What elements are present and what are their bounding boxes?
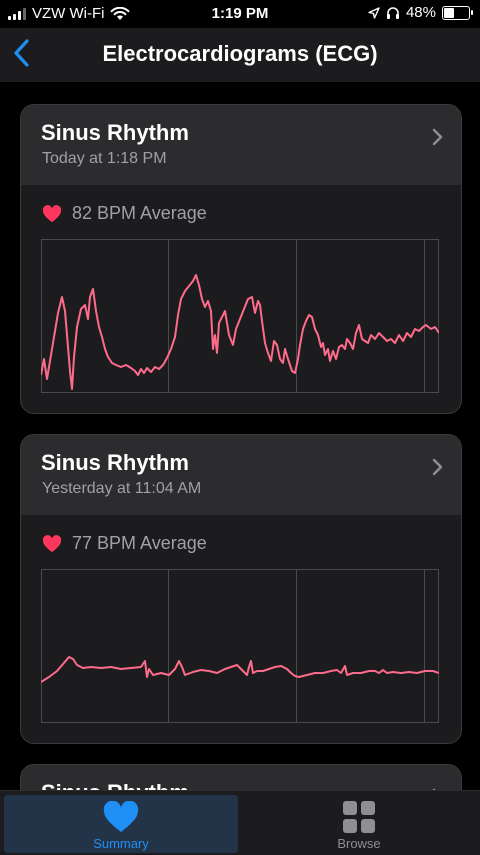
ecg-card[interactable]: Sinus Rhythm Yesterday at 11:04 AM 77 BP… <box>20 434 462 744</box>
battery-icon <box>442 5 473 20</box>
battery-percent: 48% <box>405 4 436 21</box>
heart-icon <box>103 801 139 832</box>
heart-icon <box>42 204 62 222</box>
waveform-frame <box>41 569 439 723</box>
ecg-card[interactable]: Sinus Rhythm Today at 1:18 PM 82 BPM Ave… <box>20 104 462 414</box>
chevron-right-icon <box>432 458 443 476</box>
card-header[interactable]: Sinus Rhythm Today at 1:18 PM <box>21 105 461 185</box>
ecg-trace <box>41 656 439 683</box>
waveform-frame <box>41 239 439 393</box>
card-title: Sinus Rhythm <box>41 120 189 145</box>
location-arrow-icon <box>368 6 380 19</box>
status-bar: VZW Wi-Fi 1:19 PM 48% <box>0 0 480 28</box>
ecg-waveform <box>41 569 439 723</box>
battery-level <box>444 7 454 18</box>
tab-browse[interactable]: Browse <box>242 795 476 853</box>
card-body: 82 BPM Average <box>21 185 461 411</box>
card-timestamp: Today at 1:18 PM <box>42 150 167 167</box>
tab-label: Browse <box>337 836 381 851</box>
headphones-icon <box>386 7 399 19</box>
page-title: Electrocardiograms (ECG) <box>102 41 378 66</box>
card-title: Sinus Rhythm <box>41 780 189 790</box>
ecg-waveform <box>41 239 439 393</box>
card-header[interactable]: Sinus Rhythm Yesterday at 11:04 AM <box>21 435 461 515</box>
tab-summary[interactable]: Summary <box>4 795 238 853</box>
bpm-average: 77 BPM Average <box>72 533 207 553</box>
chevron-right-icon <box>432 128 443 146</box>
tab-label: Summary <box>93 836 149 851</box>
grid-icon <box>343 801 375 833</box>
status-right: 48% <box>368 4 473 21</box>
card-header[interactable]: Sinus Rhythm <box>21 765 461 790</box>
ecg-trace <box>41 274 439 390</box>
tab-bar: Summary Browse <box>0 790 480 855</box>
bpm-row: 77 BPM Average <box>42 533 207 554</box>
card-body: 77 BPM Average <box>21 515 461 741</box>
heart-icon <box>42 534 62 552</box>
card-title: Sinus Rhythm <box>41 450 189 475</box>
ecg-list: Sinus Rhythm Today at 1:18 PM 82 BPM Ave… <box>0 82 480 790</box>
navigation-bar: Electrocardiograms (ECG) <box>0 28 480 82</box>
ecg-card[interactable]: Sinus Rhythm <box>20 764 462 790</box>
bpm-row: 82 BPM Average <box>42 203 207 224</box>
bpm-average: 82 BPM Average <box>72 203 207 223</box>
card-timestamp: Yesterday at 11:04 AM <box>42 480 202 497</box>
